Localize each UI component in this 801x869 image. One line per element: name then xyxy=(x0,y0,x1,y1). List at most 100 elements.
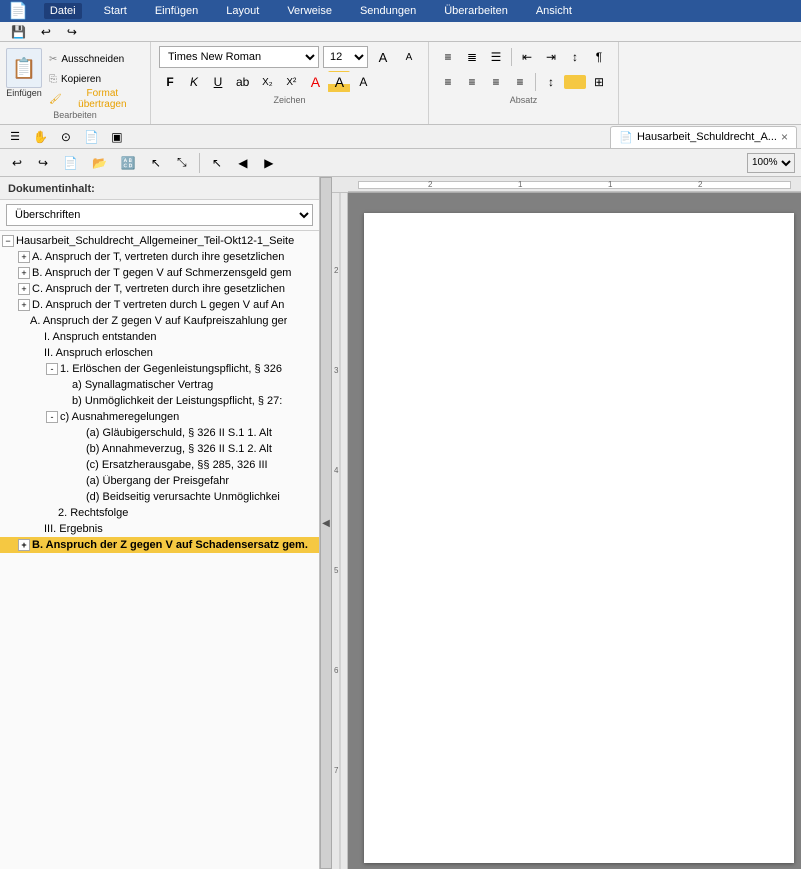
tree-item[interactable]: +A. Anspruch der T, vertreten durch ihre… xyxy=(0,249,319,265)
paste-big-btn[interactable]: 📋 Einfügen xyxy=(6,48,42,98)
nav-dropdown[interactable]: Überschriften xyxy=(6,204,313,226)
menu-item-layout[interactable]: Layout xyxy=(220,3,265,19)
strikethrough-btn[interactable]: ab xyxy=(231,71,254,93)
tree-item[interactable]: +B. Anspruch der Z gegen V auf Schadense… xyxy=(0,537,319,553)
hand-tool-btn[interactable]: ✋ xyxy=(28,126,53,148)
new-doc-btn[interactable]: 📄 xyxy=(58,152,83,174)
highlight-btn[interactable]: A xyxy=(304,71,326,93)
resize-btn[interactable]: ⤡ xyxy=(171,152,193,174)
tree-item[interactable]: +D. Anspruch der T vertreten durch L geg… xyxy=(0,297,319,313)
app-icon: 📄 xyxy=(8,1,28,21)
align-center-btn[interactable]: ≡ xyxy=(461,71,483,93)
menu-item-start[interactable]: Start xyxy=(98,3,133,19)
shrink-font-btn[interactable]: A xyxy=(398,46,420,68)
tree-item[interactable]: A. Anspruch der Z gegen V auf Kaufpreisz… xyxy=(0,313,319,329)
tree-label-ii1_2: 2. Rechtsfolge xyxy=(58,507,128,519)
tree-item[interactable]: -c) Ausnahmeregelungen xyxy=(0,409,319,425)
cut-btn[interactable]: ✂ Ausschneiden xyxy=(44,50,144,68)
superscript-btn[interactable]: X² xyxy=(280,71,302,93)
menu-item-einfuegen[interactable]: Einfügen xyxy=(149,3,204,19)
grow-font-btn[interactable]: A xyxy=(372,46,394,68)
border-btn[interactable]: ⊞ xyxy=(588,71,610,93)
tree-item[interactable]: I. Anspruch entstanden xyxy=(0,329,319,345)
doc-area: 2 1 1 2 2 3 4 5 6 7 xyxy=(332,177,801,869)
numbered-btn[interactable]: ≣ xyxy=(461,46,483,68)
undo-btn2[interactable]: ↩ xyxy=(6,152,28,174)
menu-item-ansicht[interactable]: Ansicht xyxy=(530,3,578,19)
document-tab[interactable]: 📄 Hausarbeit_Schuldrecht_A... × xyxy=(610,126,797,148)
tree-item[interactable]: (d) Beidseitig verursachte Unmöglichkei xyxy=(0,489,319,505)
tree-root[interactable]: −Hausarbeit_Schuldrecht_Allgemeiner_Teil… xyxy=(0,233,319,249)
italic-btn[interactable]: K xyxy=(183,71,205,93)
content-area: Dokumentinhalt: Überschriften −Hausarbei… xyxy=(0,177,801,869)
menu-item-sendungen[interactable]: Sendungen xyxy=(354,3,422,19)
justify-btn[interactable]: ≡ xyxy=(509,71,531,93)
save-btn[interactable]: 💾 xyxy=(6,21,31,43)
tree-item[interactable]: a) Synallagmatischer Vertrag xyxy=(0,377,319,393)
next-btn[interactable]: ▶ xyxy=(258,152,280,174)
cursor-btn[interactable]: ↖ xyxy=(206,152,228,174)
text-color-btn[interactable]: A xyxy=(328,71,350,93)
copy-btn[interactable]: ⎘ Kopieren xyxy=(44,70,144,88)
browse-page-btn[interactable]: 📄 xyxy=(79,126,104,148)
redo-btn2[interactable]: ↪ xyxy=(32,152,54,174)
arrow-tool-btn[interactable]: ↖ xyxy=(145,152,167,174)
multilevel-btn[interactable]: ☰ xyxy=(485,46,507,68)
redo-btn[interactable]: ↪ xyxy=(61,21,83,43)
open-btn[interactable]: 📂 xyxy=(87,152,112,174)
root-expander[interactable]: − xyxy=(2,235,14,247)
align-right-btn[interactable]: ≡ xyxy=(485,71,507,93)
subscript-btn[interactable]: X₂ xyxy=(256,71,278,93)
font-family-select[interactable]: Times New Roman xyxy=(159,46,319,68)
clipboard-label: Bearbeiten xyxy=(6,108,144,120)
document-page[interactable] xyxy=(364,213,794,863)
word-count-btn[interactable]: 🔠 xyxy=(116,152,141,174)
expander-b[interactable]: + xyxy=(18,267,30,279)
menu-item-datei[interactable]: Datei xyxy=(44,3,82,19)
doc-tab-close-btn[interactable]: × xyxy=(781,130,788,144)
menu-item-verweise[interactable]: Verweise xyxy=(281,3,338,19)
tree-item[interactable]: +C. Anspruch der T, vertreten durch ihre… xyxy=(0,281,319,297)
expander-b2[interactable]: + xyxy=(18,539,30,551)
tree-item[interactable]: 2. Rechtsfolge xyxy=(0,505,319,521)
tree-item[interactable]: b) Unmöglichkeit der Leistungspflicht, §… xyxy=(0,393,319,409)
tree-item[interactable]: +B. Anspruch der T gegen V auf Schmerzen… xyxy=(0,265,319,281)
tree-item[interactable]: (b) Annahmeverzug, § 326 II S.1 2. Alt xyxy=(0,441,319,457)
font-clear-btn[interactable]: A xyxy=(352,71,374,93)
align-left-btn[interactable]: ≡ xyxy=(437,71,459,93)
browse-obj-btn[interactable]: ⊙ xyxy=(55,126,77,148)
expander-ii1_1[interactable]: - xyxy=(46,363,58,375)
tree-item[interactable]: III. Ergebnis xyxy=(0,521,319,537)
undo-btn[interactable]: ↩ xyxy=(35,21,57,43)
browse-field-btn[interactable]: ▣ xyxy=(106,126,128,148)
menu-item-ueberarbeiten[interactable]: Überarbeiten xyxy=(438,3,514,19)
expander-ii1_1c[interactable]: - xyxy=(46,411,58,423)
sort-btn[interactable]: ↕ xyxy=(564,46,586,68)
tree-item[interactable]: (a) Übergang der Preisgefahr xyxy=(0,473,319,489)
doc-scroll-area[interactable]: 2 3 4 5 6 7 xyxy=(332,193,801,869)
expander-d[interactable]: + xyxy=(18,299,30,311)
tree-item[interactable]: II. Anspruch erloschen xyxy=(0,345,319,361)
prev-btn[interactable]: ◀ xyxy=(232,152,254,174)
tree-label-ii1_1cd: (a) Übergang der Preisgefahr xyxy=(86,475,229,487)
shading-btn[interactable] xyxy=(564,75,586,89)
bold-btn[interactable]: F xyxy=(159,71,181,93)
bullets-btn[interactable]: ≡ xyxy=(437,46,459,68)
nav-header: Dokumentinhalt: xyxy=(0,177,319,200)
view-dropdown[interactable]: 100% xyxy=(747,153,795,173)
indent-decrease-btn[interactable]: ⇤ xyxy=(516,46,538,68)
tree-item[interactable]: -1. Erlöschen der Gegenleistungspflicht,… xyxy=(0,361,319,377)
nav-toggle-btn[interactable]: ☰ xyxy=(4,126,26,148)
font-size-select[interactable]: 12 xyxy=(323,46,368,68)
tree-item[interactable]: (c) Ersatzherausgabe, §§ 285, 326 III xyxy=(0,457,319,473)
expander-c[interactable]: + xyxy=(18,283,30,295)
format-btn[interactable]: 🖌 Format übertragen xyxy=(44,90,144,108)
underline-btn[interactable]: U xyxy=(207,71,229,93)
tree-item[interactable]: (a) Gläubigerschuld, § 326 II S.1 1. Alt xyxy=(0,425,319,441)
indent-increase-btn[interactable]: ⇥ xyxy=(540,46,562,68)
expander-a[interactable]: + xyxy=(18,251,30,263)
show-marks-btn[interactable]: ¶ xyxy=(588,46,610,68)
panel-collapse-btn[interactable]: ◀ xyxy=(320,177,332,869)
clipboard-group: 📋 Einfügen ✂ Ausschneiden ⎘ Kopieren 🖌 F… xyxy=(0,42,151,124)
line-spacing-btn[interactable]: ↕ xyxy=(540,71,562,93)
